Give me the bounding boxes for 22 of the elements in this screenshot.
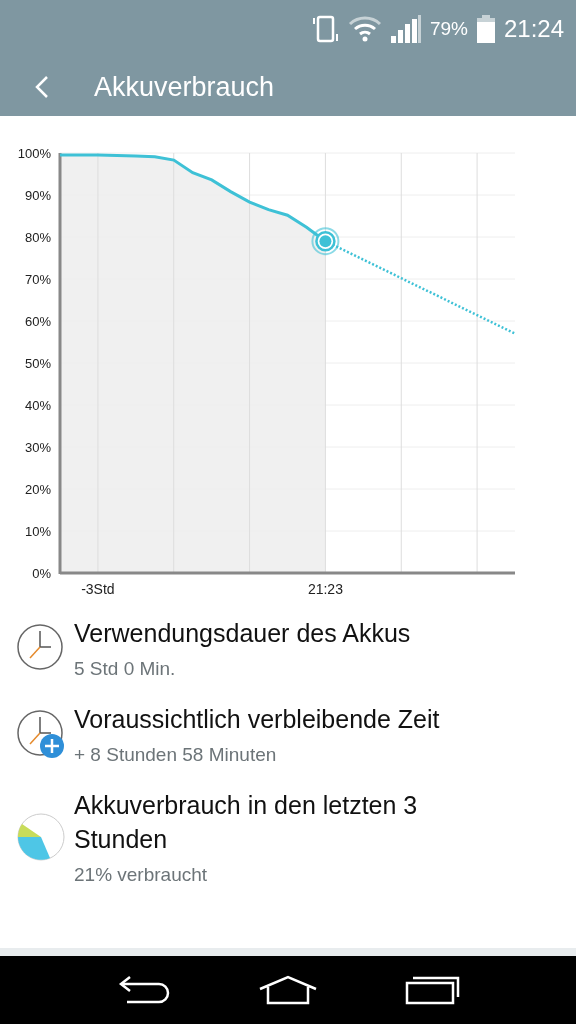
y-tick-label: 40%: [24, 398, 51, 413]
y-tick-label: 30%: [24, 440, 51, 455]
item-value: 21% verbraucht: [74, 864, 209, 886]
y-tick-label: 10%: [24, 524, 51, 539]
x-tick-label: 21:23: [307, 581, 343, 597]
y-tick-label: 60%: [24, 314, 51, 329]
y-tick-label: 90%: [24, 188, 51, 203]
battery-percent: 79%: [429, 18, 468, 40]
clock-time: 21:24: [503, 15, 564, 43]
y-tick-label: 70%: [24, 272, 51, 287]
y-tick-label: 100%: [17, 146, 51, 161]
y-tick-label: 80%: [24, 230, 51, 245]
item-title: Voraussichtlich verbleibende Zeit: [74, 704, 440, 735]
item-title: Verwendungsdauer des Akkus: [74, 618, 411, 649]
y-tick-label: 0%: [32, 566, 51, 581]
screen-title: Akkuverbrauch: [94, 71, 275, 103]
item-value: 5 Std 0 Min.: [74, 658, 177, 680]
y-tick-label: 50%: [24, 356, 51, 371]
item-value: + 8 Stunden 58 Minuten: [74, 744, 278, 766]
item-title: Akkuverbrauch in den letzten 3 Stunden: [74, 790, 419, 855]
y-tick-label: 20%: [24, 482, 51, 497]
x-tick-label: -3Std: [81, 581, 115, 597]
